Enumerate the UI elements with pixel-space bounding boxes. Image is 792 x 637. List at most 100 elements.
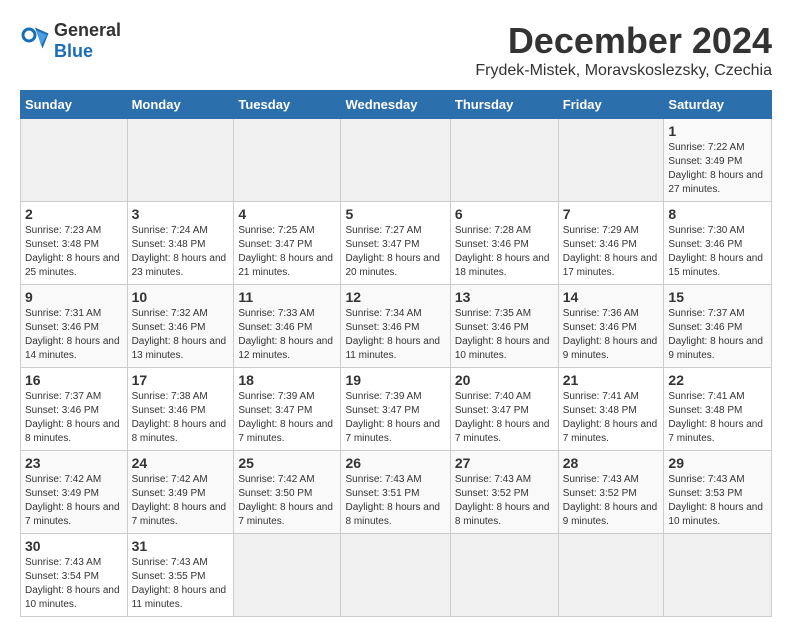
week-row-5: 23Sunrise: 7:42 AMSunset: 3:49 PMDayligh… [21,451,772,534]
day-number: 19 [345,372,445,388]
day-number: 28 [563,455,660,471]
day-info: Sunrise: 7:31 AMSunset: 3:46 PMDaylight:… [25,307,123,363]
day-number: 4 [238,206,336,222]
day-info: Sunrise: 7:38 AMSunset: 3:46 PMDaylight:… [132,390,230,446]
day-number: 2 [25,206,123,222]
logo-icon [20,26,50,56]
day-number: 24 [132,455,230,471]
day-cell: 9 Sunrise: 7:31 AMSunset: 3:46 PMDaylight… [21,285,128,368]
day-cell [234,534,341,617]
day-cell [127,119,234,202]
day-cell [341,119,450,202]
day-cell: 24Sunrise: 7:42 AMSunset: 3:49 PMDayligh… [127,451,234,534]
month-title: December 2024 [475,20,772,62]
day-info: Sunrise: 7:41 AMSunset: 3:48 PMDaylight:… [563,390,660,446]
day-info: Sunrise: 7:43 AMSunset: 3:54 PMDaylight:… [25,556,123,612]
day-info: Sunrise: 7:32 AMSunset: 3:46 PMDaylight:… [132,307,230,363]
day-number: 1 [668,123,767,139]
day-info: Sunrise: 7:24 AMSunset: 3:48 PMDaylight:… [132,224,230,280]
day-info: Sunrise: 7:33 AMSunset: 3:46 PMDaylight:… [238,307,336,363]
day-info: Sunrise: 7:28 AMSunset: 3:46 PMDaylight:… [455,224,554,280]
day-cell: 21 Sunrise: 7:41 AMSunset: 3:48 PMDayligh… [558,368,664,451]
day-number: 8 [668,206,767,222]
day-info: Sunrise: 7:37 AMSunset: 3:46 PMDaylight:… [668,307,767,363]
week-row-1: 1Sunrise: 7:22 AMSunset: 3:49 PMDaylight… [21,119,772,202]
header-sunday: Sunday [21,91,128,119]
day-number: 29 [668,455,767,471]
day-cell: 27 Sunrise: 7:43 AMSunset: 3:52 PMDayligh… [450,451,558,534]
day-cell: 22Sunrise: 7:41 AMSunset: 3:48 PMDayligh… [664,368,772,451]
day-cell [341,534,450,617]
logo-blue: Blue [54,41,93,61]
day-cell: 11 Sunrise: 7:33 AMSunset: 3:46 PMDayligh… [234,285,341,368]
logo: General Blue [20,20,121,62]
day-cell: 23Sunrise: 7:42 AMSunset: 3:49 PMDayligh… [21,451,128,534]
week-row-6: 30 Sunrise: 7:43 AMSunset: 3:54 PMDayligh… [21,534,772,617]
day-number: 27 [455,455,554,471]
day-cell [664,534,772,617]
day-number: 16 [25,372,123,388]
week-row-2: 2Sunrise: 7:23 AMSunset: 3:48 PMDaylight… [21,202,772,285]
day-cell [450,119,558,202]
day-info: Sunrise: 7:40 AMSunset: 3:47 PMDaylight:… [455,390,554,446]
day-cell: 20Sunrise: 7:40 AMSunset: 3:47 PMDayligh… [450,368,558,451]
day-number: 11 [238,289,336,305]
day-cell: 3Sunrise: 7:24 AMSunset: 3:48 PMDaylight… [127,202,234,285]
week-row-4: 16 Sunrise: 7:37 AMSunset: 3:46 PMDayligh… [21,368,772,451]
day-cell: 10 Sunrise: 7:32 AMSunset: 3:46 PMDayligh… [127,285,234,368]
day-cell: 1Sunrise: 7:22 AMSunset: 3:49 PMDaylight… [664,119,772,202]
day-cell: 14 Sunrise: 7:36 AMSunset: 3:46 PMDayligh… [558,285,664,368]
day-info: Sunrise: 7:25 AMSunset: 3:47 PMDaylight:… [238,224,336,280]
day-cell: 17 Sunrise: 7:38 AMSunset: 3:46 PMDayligh… [127,368,234,451]
day-number: 7 [563,206,660,222]
day-info: Sunrise: 7:43 AMSunset: 3:53 PMDaylight:… [668,473,767,529]
day-info: Sunrise: 7:43 AMSunset: 3:52 PMDaylight:… [455,473,554,529]
day-cell: 6 Sunrise: 7:28 AMSunset: 3:46 PMDaylight… [450,202,558,285]
header: General Blue December 2024 Frydek-Mistek… [20,20,772,80]
header-thursday: Thursday [450,91,558,119]
day-info: Sunrise: 7:34 AMSunset: 3:46 PMDaylight:… [345,307,445,363]
logo-general: General [54,20,121,40]
day-number: 18 [238,372,336,388]
day-info: Sunrise: 7:39 AMSunset: 3:47 PMDaylight:… [345,390,445,446]
calendar-header-row: SundayMondayTuesdayWednesdayThursdayFrid… [21,91,772,119]
day-info: Sunrise: 7:39 AMSunset: 3:47 PMDaylight:… [238,390,336,446]
day-number: 21 [563,372,660,388]
header-tuesday: Tuesday [234,91,341,119]
day-number: 6 [455,206,554,222]
day-cell: 19 Sunrise: 7:39 AMSunset: 3:47 PMDayligh… [341,368,450,451]
day-info: Sunrise: 7:43 AMSunset: 3:51 PMDaylight:… [345,473,445,529]
day-number: 14 [563,289,660,305]
header-friday: Friday [558,91,664,119]
week-row-3: 9 Sunrise: 7:31 AMSunset: 3:46 PMDaylight… [21,285,772,368]
header-monday: Monday [127,91,234,119]
header-saturday: Saturday [664,91,772,119]
day-number: 30 [25,538,123,554]
day-info: Sunrise: 7:36 AMSunset: 3:46 PMDaylight:… [563,307,660,363]
day-cell: 28 Sunrise: 7:43 AMSunset: 3:52 PMDayligh… [558,451,664,534]
day-cell: 13 Sunrise: 7:35 AMSunset: 3:46 PMDayligh… [450,285,558,368]
day-cell [450,534,558,617]
day-cell: 12Sunrise: 7:34 AMSunset: 3:46 PMDayligh… [341,285,450,368]
day-info: Sunrise: 7:41 AMSunset: 3:48 PMDaylight:… [668,390,767,446]
day-info: Sunrise: 7:27 AMSunset: 3:47 PMDaylight:… [345,224,445,280]
day-number: 17 [132,372,230,388]
day-number: 5 [345,206,445,222]
day-info: Sunrise: 7:43 AMSunset: 3:52 PMDaylight:… [563,473,660,529]
day-info: Sunrise: 7:35 AMSunset: 3:46 PMDaylight:… [455,307,554,363]
day-number: 26 [345,455,445,471]
day-cell: 30 Sunrise: 7:43 AMSunset: 3:54 PMDayligh… [21,534,128,617]
day-number: 13 [455,289,554,305]
day-cell: 8Sunrise: 7:30 AMSunset: 3:46 PMDaylight… [664,202,772,285]
day-cell: 7 Sunrise: 7:29 AMSunset: 3:46 PMDaylight… [558,202,664,285]
day-info: Sunrise: 7:29 AMSunset: 3:46 PMDaylight:… [563,224,660,280]
day-number: 15 [668,289,767,305]
day-cell [558,119,664,202]
day-cell: 15 Sunrise: 7:37 AMSunset: 3:46 PMDayligh… [664,285,772,368]
day-info: Sunrise: 7:37 AMSunset: 3:46 PMDaylight:… [25,390,123,446]
day-number: 25 [238,455,336,471]
day-number: 9 [25,289,123,305]
day-number: 10 [132,289,230,305]
day-info: Sunrise: 7:42 AMSunset: 3:50 PMDaylight:… [238,473,336,529]
day-info: Sunrise: 7:42 AMSunset: 3:49 PMDaylight:… [25,473,123,529]
